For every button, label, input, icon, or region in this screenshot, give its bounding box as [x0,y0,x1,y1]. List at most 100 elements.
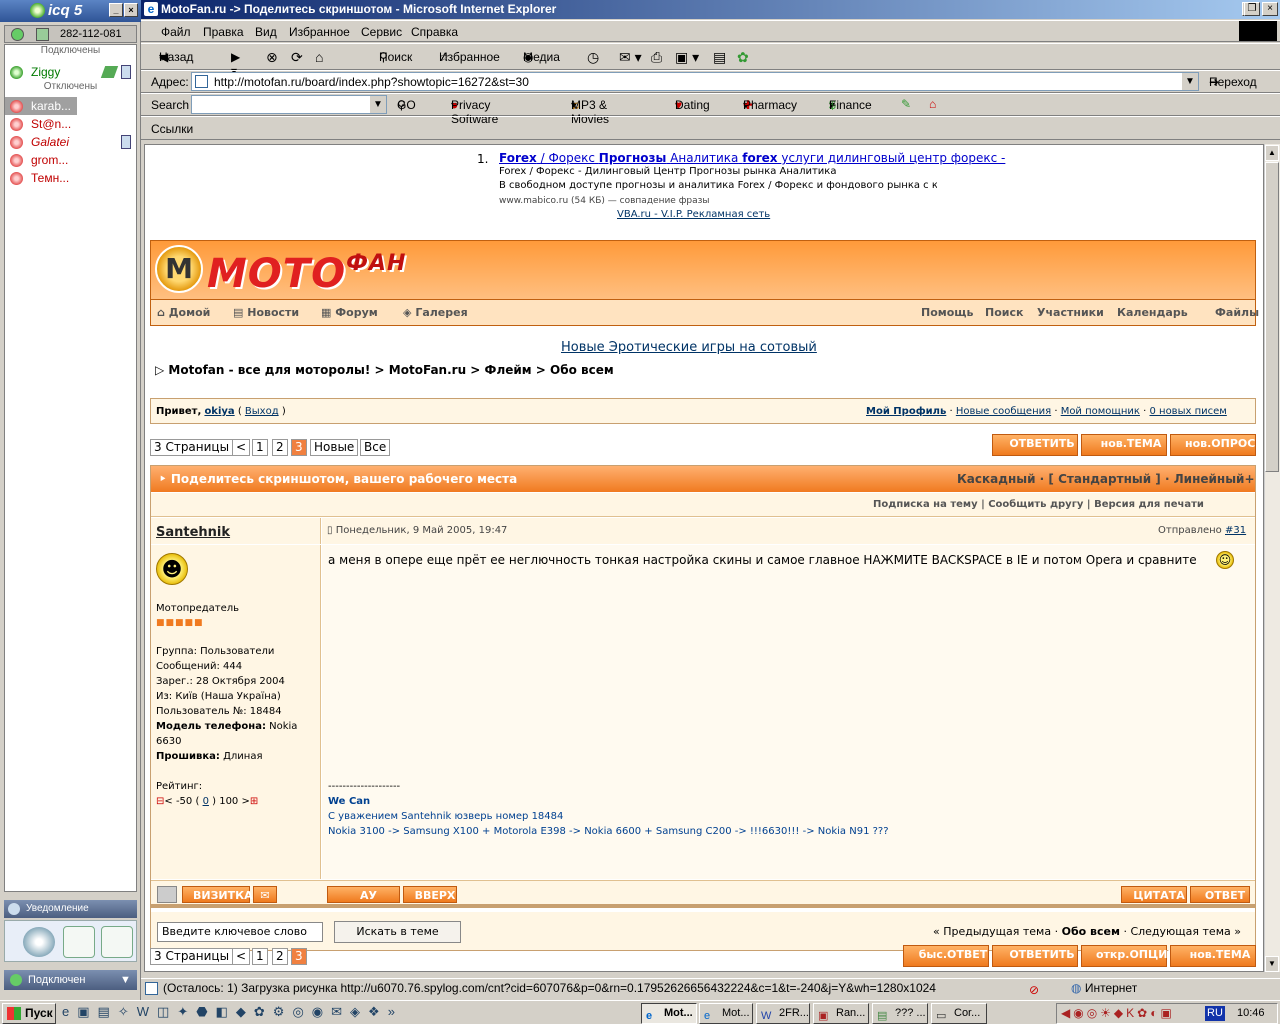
app-icon[interactable]: ◈ [350,1004,368,1019]
page-2-bottom[interactable]: 2 [272,948,288,965]
print-icon[interactable]: ⎙ [651,49,662,66]
mail-icon[interactable]: ✉ ▾ [619,49,642,66]
menu-tools[interactable]: Сервис [361,25,402,39]
scroll-up-arrow[interactable]: ▲ [1265,145,1279,161]
links-label[interactable]: Ссылки [151,122,193,136]
address-dropdown[interactable]: ▼ [1182,73,1198,90]
contact-item[interactable]: grom... [5,151,136,169]
ad-title-link[interactable]: Forex / Форекс Прогнозы Аналитика forex … [499,151,1005,165]
options-button[interactable]: откр.ОПЦИИ [1081,945,1177,967]
promo-link[interactable]: Новые Эротические игры на сотовый [561,340,817,355]
scroll-down-arrow[interactable]: ▼ [1265,956,1279,972]
user-link[interactable]: okiya [204,406,234,417]
app-icon[interactable]: ✦ [177,1004,196,1019]
toolbar-search-input[interactable]: ▼ [191,95,387,114]
prev-topic-link[interactable]: « Предыдущая тема [933,925,1051,938]
app-icon[interactable]: ◫ [157,1004,177,1019]
group-offline[interactable]: Отключены [5,81,136,93]
window-close-button[interactable]: × [1262,2,1278,16]
new-topic-button[interactable]: нов.ТЕМА [1081,434,1167,456]
search-topic-button[interactable]: Искать в теме [334,921,461,943]
menu-file[interactable]: Файл [161,25,191,39]
back-button[interactable]: ◀ Назад ▾ [159,50,193,64]
search-icon[interactable] [63,926,95,958]
ie-title-bar[interactable]: e MotoFan.ru -> Поделитесь скриншотом - … [141,0,1280,19]
contact-item[interactable]: Galatei [5,133,136,151]
link-dating[interactable]: ♥ Dating ▾ [675,98,710,112]
messenger-icon[interactable]: ✿ [737,49,749,66]
stop-icon[interactable]: ⊗ [266,49,278,66]
search-dropdown[interactable]: ▼ [370,96,386,113]
menu-favorites[interactable]: Избранное [289,25,350,39]
new-topic-button-bottom[interactable]: нов.ТЕМА [1170,945,1256,967]
link-finance[interactable]: $ Finance ▾ [829,98,872,112]
page-all[interactable]: Все [360,439,391,456]
app-icon[interactable]: ⬣ [196,1004,215,1019]
assistant-link[interactable]: Мой помощник [1061,406,1140,417]
nav-calendar[interactable]: Календарь [1117,306,1188,319]
discuss-icon[interactable]: ▤ [713,49,726,66]
pm-button[interactable]: ✉ [253,886,277,903]
app-icon[interactable]: ◎ [292,1004,311,1019]
minimize-button[interactable]: _ [109,3,123,17]
contact-item[interactable]: Темн... [5,169,136,187]
nav-help[interactable]: Помощь [921,306,973,319]
edit-icon[interactable]: ▣ ▾ [675,49,699,66]
scrollbar-thumb[interactable] [1265,162,1279,472]
contact-item[interactable]: Ziggy [5,63,136,81]
menu-view[interactable]: Вид [255,25,277,39]
rating-value[interactable]: 0 [203,796,209,807]
ie-quick-icon[interactable]: e [62,1004,77,1019]
new-poll-button[interactable]: нов.ОПРОС [1170,434,1256,456]
page-prev[interactable]: < [232,439,251,456]
pages-count[interactable]: 3 Страницы [150,439,234,456]
nav-home[interactable]: ⌂ Домой [157,306,210,319]
new-messages-link[interactable]: Новые сообщения [956,406,1051,417]
pages-count-bottom[interactable]: 3 Страницы [150,948,234,965]
bulb-icon[interactable]: ✧ [118,1004,137,1019]
task-button[interactable]: ▭ Cor... [931,1003,987,1024]
toolbar-tool-icon[interactable]: ✎ [901,97,911,111]
task-button[interactable]: W 2FR... [756,1003,810,1024]
plus-icon[interactable]: ⊞ [250,796,258,807]
nav-news[interactable]: ▤ Новости [233,306,299,319]
word-icon[interactable]: W [137,1004,157,1019]
nav-members[interactable]: Участники [1037,306,1104,319]
buddies-icon[interactable] [23,927,55,957]
profile-icon[interactable] [157,886,177,903]
app-icon[interactable]: ⚙ [273,1004,293,1019]
quick-reply-button[interactable]: быс.ОТВЕТ [903,945,989,967]
tray-icons[interactable]: ◀◉◎☀◆K✿◐▣ [1061,1004,1175,1023]
contact-item[interactable]: karab... [5,97,77,115]
task-button[interactable]: e Mot... [699,1003,753,1024]
refresh-icon[interactable]: ⟳ [291,49,303,66]
start-button[interactable]: Пуск [2,1003,56,1024]
address-input[interactable]: http://motofan.ru/board/index.php?showto… [191,72,1199,91]
app-icon[interactable]: ◆ [236,1004,254,1019]
page-new[interactable]: Новые [310,439,359,456]
print-version-link[interactable]: Версия для печати [1094,499,1204,510]
menu-edit[interactable]: Правка [203,25,244,39]
post-number-link[interactable]: #31 [1225,525,1246,536]
link-privacy[interactable]: ● Privacy Software ▾ [451,98,498,126]
contacts-icon[interactable] [36,28,49,41]
nav-files[interactable]: Файлы [1215,306,1259,319]
nav-forum[interactable]: ▦ Форум [321,306,378,319]
app-icon[interactable]: » [388,1004,403,1019]
forum-link[interactable]: Обо всем [1062,925,1120,938]
report-admin-button[interactable]: АУ АДМИН [327,886,400,919]
app-icon[interactable]: ✿ [254,1004,273,1019]
close-button[interactable]: × [124,3,138,17]
page-prev-bottom[interactable]: < [232,948,251,965]
subscribe-link[interactable]: Подписка на тему [873,499,978,510]
desktop-icon[interactable]: ▣ [77,1004,97,1019]
logout-link[interactable]: Выход [245,406,279,417]
crumb-link[interactable]: MotoFan.ru [389,363,466,377]
home-icon[interactable]: ⌂ [315,49,323,65]
page-2[interactable]: 2 [272,439,288,456]
post-author[interactable]: Santehnik [156,525,230,540]
keyword-input[interactable]: Введите ключевое слово [157,922,323,942]
my-profile-link[interactable]: Мой Профиль [866,406,946,417]
app-icon[interactable]: ❖ [368,1004,388,1019]
page-1-bottom[interactable]: 1 [252,948,268,965]
